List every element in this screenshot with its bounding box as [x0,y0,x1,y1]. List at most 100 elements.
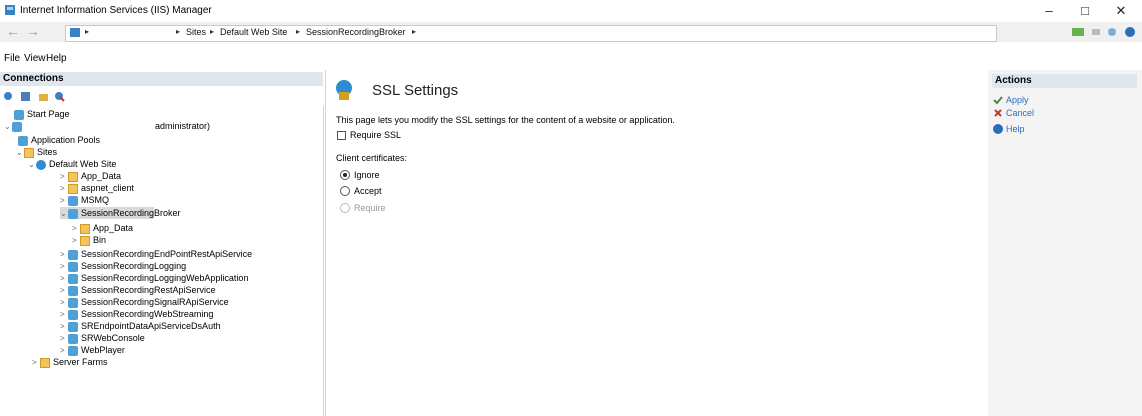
chevron-down-icon[interactable]: ⌄ [16,147,24,159]
tree-node-label: Start Page [27,109,70,119]
breadcrumb-item-default-web-site[interactable]: Default Web Site [220,27,287,37]
accept-label[interactable]: Accept [354,186,382,196]
breadcrumb-separator: ▸ [85,27,90,36]
chevron-right-icon[interactable]: > [60,321,68,333]
accept-radio[interactable] [340,186,350,196]
tree-node-sites[interactable]: ⌄ Sites [16,146,57,158]
chevron-right-icon[interactable]: > [60,249,68,261]
tree-node-bin[interactable]: > Bin [72,234,106,246]
chevron-right-icon[interactable]: > [60,183,68,195]
cancel-icon [994,109,1002,117]
tree-node-logging-web-app[interactable]: > SessionRecordingLoggingWebApplication [60,272,248,284]
tree-node-start-page[interactable]: Start Page [14,108,70,120]
chevron-right-icon[interactable]: > [60,297,68,309]
connect-server-icon[interactable] [3,91,14,102]
tree-node-app-data[interactable]: > App_Data [72,222,133,234]
minimize-button[interactable]: – [1036,2,1062,20]
tree-node-label: Bin [93,235,107,245]
globe-icon [36,159,46,170]
iis-app-icon [5,5,15,15]
connections-tree: Start Page ⌄ administrator) Application P… [0,106,324,416]
chevron-right-icon[interactable]: > [60,261,68,273]
refresh-icon[interactable] [1106,27,1118,37]
help-icon[interactable] [1124,27,1136,37]
chevron-right-icon[interactable]: > [60,345,68,357]
app-icon [68,261,78,272]
require-ssl-label[interactable]: Require SSL [350,130,401,140]
require-ssl-checkbox[interactable] [337,131,346,140]
tree-node-label: SessionRecordingRestApiService [81,285,216,295]
chevron-right-icon[interactable]: > [60,195,68,207]
breadcrumb-item-sites[interactable]: Sites [186,27,206,37]
tree-node-msmq[interactable]: > MSMQ [60,194,109,206]
tree-node-label: Sites [37,147,58,157]
maximize-button[interactable]: □ [1072,2,1098,20]
tree-node-endpoint-rest-api[interactable]: > SessionRecordingEndPointRestApiService [60,248,252,260]
apply-action[interactable]: Apply [1006,95,1029,105]
chevron-right-icon[interactable]: > [60,273,68,285]
chevron-right-icon[interactable]: > [60,285,68,297]
tree-node-label: MSMQ [81,195,109,205]
require-radio [340,203,350,213]
tree-node-label: SessionRecordingBroker [81,208,181,218]
forward-arrow-icon[interactable]: → [24,24,42,40]
app-icon [68,195,78,206]
app-icon [68,309,78,320]
tree-node-logging[interactable]: > SessionRecordingLogging [60,260,186,272]
chevron-down-icon[interactable]: ⌄ [60,208,68,220]
up-level-icon[interactable] [38,91,49,102]
tree-node-label: aspnet_client [81,183,135,193]
chevron-right-icon[interactable]: > [72,223,80,235]
tree-node-sessionrecordingbroker[interactable]: ⌄ SessionRecordingBroker [60,207,181,220]
iis-breadcrumb-icon [70,28,80,37]
page-title: SSL Settings [372,82,459,99]
stop-icon[interactable] [1090,27,1102,37]
start-page-icon [14,109,24,120]
tree-node-web-streaming[interactable]: > SessionRecordingWebStreaming [60,308,213,320]
chevron-right-icon[interactable]: > [32,357,40,369]
tree-node-srwebconsole[interactable]: > SRWebConsole [60,332,145,344]
folder-icon [80,235,90,246]
menu-file[interactable]: File [4,53,20,64]
tree-node-app-data[interactable]: > App_Data [60,170,121,182]
tree-node-webplayer[interactable]: > WebPlayer [60,344,125,356]
menu-help[interactable]: Help [46,53,67,64]
disconnect-icon[interactable] [54,91,65,102]
cancel-action[interactable]: Cancel [1006,108,1034,118]
tree-node-server[interactable]: ⌄ administrator) [4,120,210,132]
ignore-label[interactable]: Ignore [354,170,380,180]
save-icon[interactable] [20,91,31,102]
tree-node-signalr-api[interactable]: > SessionRecordingSignalRApiService [60,296,229,308]
tree-node-rest-api[interactable]: > SessionRecordingRestApiService [60,284,216,296]
tree-node-label: SREndpointDataApiServiceDsAuth [81,321,221,331]
ignore-radio[interactable] [340,170,350,180]
tree-node-aspnet-client[interactable]: > aspnet_client [60,182,134,194]
chevron-right-icon[interactable]: > [60,309,68,321]
ssl-lock-globe-icon [336,80,352,100]
app-icon [68,273,78,284]
tree-node-application-pools[interactable]: Application Pools [18,134,100,146]
chevron-right-icon[interactable]: > [72,235,80,247]
menu-view[interactable]: View [24,53,46,64]
app-pools-icon [18,135,28,146]
chevron-down-icon[interactable]: ⌄ [4,121,12,133]
app-icon [68,285,78,296]
breadcrumb-separator: ▸ [176,27,181,36]
help-action[interactable]: Help [1006,124,1025,134]
tree-node-label: SessionRecordingSignalRApiService [81,297,229,307]
tree-node-default-web-site[interactable]: ⌄ Default Web Site [28,158,116,170]
back-arrow-icon[interactable]: ← [4,24,22,40]
breadcrumb-item-sessionrecordingbroker[interactable]: SessionRecordingBroker [306,27,406,37]
folder-icon [68,171,78,182]
chevron-right-icon[interactable]: > [60,333,68,345]
sites-icon [24,147,34,158]
close-button[interactable]: ✕ [1108,2,1134,20]
tree-node-label: WebPlayer [81,345,125,355]
tree-node-srendpoint-data-api[interactable]: > SREndpointDataApiServiceDsAuth [60,320,221,332]
tree-node-label: Default Web Site [49,159,117,169]
chevron-right-icon[interactable]: > [60,171,68,183]
server-farms-icon [40,357,50,368]
tree-node-server-farms[interactable]: > Server Farms [32,356,108,368]
connect-icon[interactable] [1072,27,1084,37]
chevron-down-icon[interactable]: ⌄ [28,159,36,171]
